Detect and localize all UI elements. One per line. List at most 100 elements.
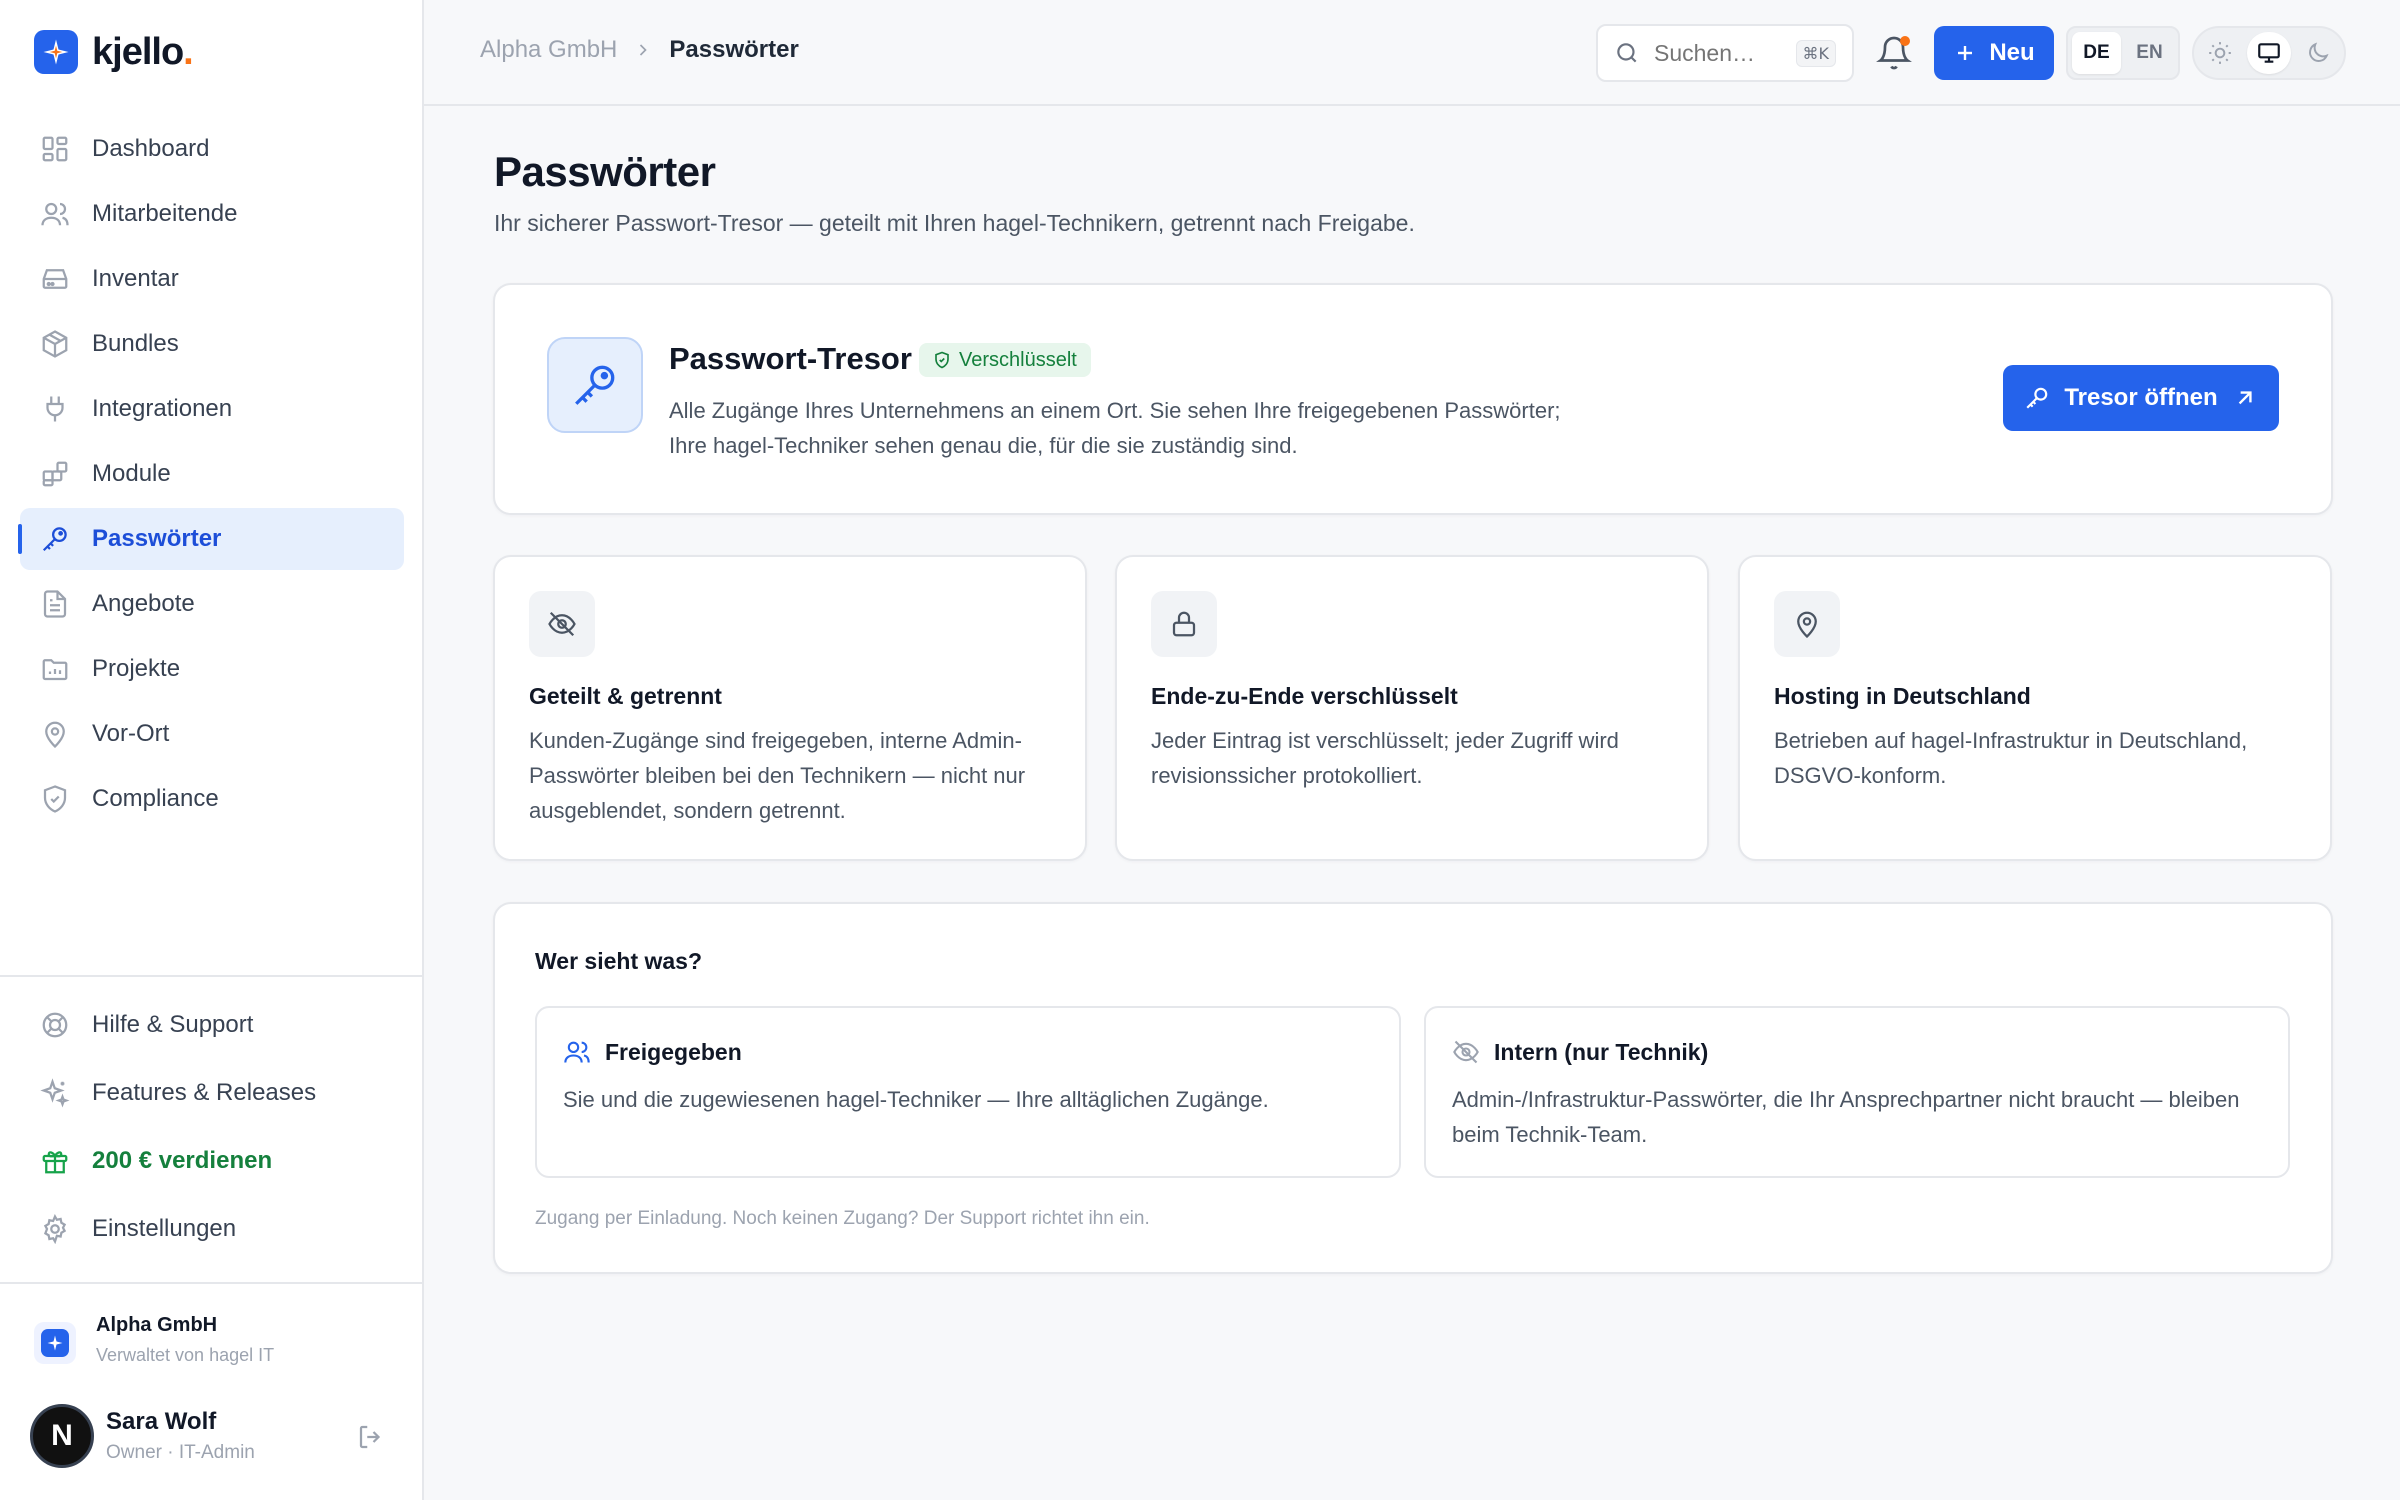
sidebar-item-vor-ort[interactable]: Vor-Ort <box>20 703 404 765</box>
sidebar-divider <box>0 975 424 977</box>
sidebar-item-label: Dashboard <box>92 135 210 162</box>
vault-description-line: Ihre hagel-Techniker sehen genau die, fü… <box>669 433 1298 458</box>
breadcrumb: Alpha GmbH Passwörter <box>480 36 799 64</box>
new-button-label: Neu <box>1989 39 2035 66</box>
open-vault-button[interactable]: Tresor öffnen <box>2003 365 2279 431</box>
sidebar-item-label: Inventar <box>92 265 179 292</box>
theme-system[interactable] <box>2246 32 2292 74</box>
visibility-title: Wer sieht was? <box>535 948 703 974</box>
breadcrumb-org[interactable]: Alpha GmbH <box>480 36 617 64</box>
gear-icon <box>43 1214 67 1244</box>
sidebar-item-hilfe-support[interactable]: Hilfe & Support <box>20 992 404 1058</box>
secondary-nav: Hilfe & Support Features & Releases 200 … <box>20 992 404 1264</box>
sidebar-item-bundles[interactable]: Bundles <box>20 313 404 375</box>
map-pin-icon <box>1774 591 1840 657</box>
sidebar-item-label: Projekte <box>92 655 181 682</box>
users-icon <box>41 202 69 226</box>
vault-title: Passwort-Tresor <box>669 341 912 376</box>
visibility-card: Wer sieht was? Freigegeben Sie und die z… <box>493 902 2333 1274</box>
external-arrow-icon <box>2238 391 2252 405</box>
chevron-right-icon <box>640 44 648 56</box>
key-icon <box>2026 387 2048 409</box>
sidebar-item-passwoerter[interactable]: Passwörter <box>18 508 404 570</box>
map-pin-icon <box>45 721 65 749</box>
org-switcher[interactable]: Alpha GmbH Verwaltet von hagel IT <box>34 1314 274 1366</box>
user-menu[interactable]: N Sara Wolf Owner · IT-Admin <box>30 1404 390 1468</box>
theme-light[interactable] <box>2198 32 2243 74</box>
shield-check-icon <box>935 351 949 369</box>
sidebar-item-label: Module <box>92 460 171 487</box>
feature-description: Jeder Eintrag ist verschlüsselt; jeder Z… <box>1151 728 1619 788</box>
sidebar-item-label: Passwörter <box>92 525 222 552</box>
key-icon <box>42 527 67 552</box>
visibility-shared-desc: Sie und die zugewiesenen hagel-Techniker… <box>563 1087 1269 1112</box>
language-de[interactable]: DE <box>2072 32 2121 74</box>
org-logo <box>34 1322 76 1364</box>
new-button[interactable]: Neu <box>1934 26 2054 80</box>
blocks-icon <box>42 461 68 487</box>
user-role: Owner · IT-Admin <box>106 1442 255 1463</box>
dashboard-icon <box>42 136 68 162</box>
visibility-shared-title: Freigegeben <box>605 1038 742 1065</box>
vault-description: Alle Zugänge Ihres Unternehmens an einem… <box>669 393 1669 463</box>
sidebar-item-mitarbeitende[interactable]: Mitarbeitende <box>20 183 404 245</box>
sidebar-item-label: Mitarbeitende <box>92 200 238 227</box>
sidebar: kjello. Dashboard Mitarbeitende Inventar… <box>0 0 424 1500</box>
feature-title: Geteilt & getrennt <box>529 683 722 709</box>
sidebar-item-dashboard[interactable]: Dashboard <box>20 118 404 180</box>
sidebar-item-integrationen[interactable]: Integrationen <box>20 378 404 440</box>
access-note: Zugang per Einladung. Noch keinen Zugang… <box>535 1208 1150 1229</box>
brand-dot: . <box>183 30 194 73</box>
search-icon <box>1617 43 1637 63</box>
monitor-icon <box>2258 43 2280 63</box>
hard-drive-icon <box>42 269 68 289</box>
sparkles-icon <box>40 1078 70 1108</box>
sidebar-item-label: Integrationen <box>92 395 233 422</box>
package-icon <box>42 330 68 358</box>
lock-icon <box>1151 591 1217 657</box>
sidebar-item-referral[interactable]: 200 € verdienen <box>20 1128 404 1194</box>
sidebar-item-angebote[interactable]: Angebote <box>20 573 404 635</box>
plug-icon <box>46 396 64 422</box>
sidebar-item-compliance[interactable]: Compliance <box>20 768 404 830</box>
shield-check-icon <box>43 785 67 813</box>
feature-card-hosting: Hosting in Deutschland Betrieben auf hag… <box>1738 555 2332 861</box>
sidebar-item-label: 200 € verdienen <box>92 1147 273 1174</box>
sidebar-item-features-releases[interactable]: Features & Releases <box>20 1060 404 1126</box>
visibility-shared-box: Freigegeben Sie und die zugewiesenen hag… <box>535 1006 1401 1178</box>
feature-title: Ende-zu-Ende verschlüsselt <box>1151 683 1458 709</box>
sidebar-item-module[interactable]: Module <box>20 443 404 505</box>
sidebar-item-projekte[interactable]: Projekte <box>20 638 404 700</box>
language-en[interactable]: EN <box>2125 32 2174 74</box>
sidebar-divider <box>0 1282 424 1284</box>
sidebar-item-label: Features & Releases <box>92 1079 317 1106</box>
moon-icon <box>2308 42 2329 62</box>
sidebar-item-einstellungen[interactable]: Einstellungen <box>20 1196 404 1262</box>
sidebar-item-label: Bundles <box>92 330 179 357</box>
folder-chart-icon <box>42 659 68 681</box>
open-vault-label: Tresor öffnen <box>2064 384 2218 411</box>
feature-title: Hosting in Deutschland <box>1774 683 2031 709</box>
theme-switcher <box>2192 26 2346 80</box>
search-input[interactable] <box>1654 39 1784 67</box>
key-icon <box>547 337 643 433</box>
sidebar-item-label: Vor-Ort <box>92 720 170 747</box>
sidebar-item-inventar[interactable]: Inventar <box>20 248 404 310</box>
feature-card-encryption: Ende-zu-Ende verschlüsselt Jeder Eintrag… <box>1115 555 1709 861</box>
status-badge: Verschlüsselt <box>919 343 1091 377</box>
logout-icon[interactable] <box>356 1422 386 1452</box>
brand-star-icon <box>34 30 78 74</box>
sidebar-item-label: Compliance <box>92 785 219 812</box>
page-title: Passwörter <box>494 148 716 195</box>
sidebar-item-label: Hilfe & Support <box>92 1011 254 1038</box>
visibility-internal-title: Intern (nur Technik) <box>1494 1038 1709 1065</box>
search-box[interactable]: ⌘K <box>1596 24 1854 82</box>
brand-logo[interactable]: kjello. <box>34 30 194 74</box>
feature-description: Betrieben auf hagel-Infrastruktur in Deu… <box>1774 728 2248 788</box>
main-nav: Dashboard Mitarbeitende Inventar Bundles… <box>18 118 404 833</box>
notifications-button[interactable] <box>1876 35 1912 71</box>
feature-card-shared: Geteilt & getrennt Kunden-Zugänge sind f… <box>493 555 1087 861</box>
theme-dark[interactable] <box>2295 32 2340 74</box>
gift-icon <box>42 1151 68 1174</box>
breadcrumb-current: Passwörter <box>669 36 799 63</box>
